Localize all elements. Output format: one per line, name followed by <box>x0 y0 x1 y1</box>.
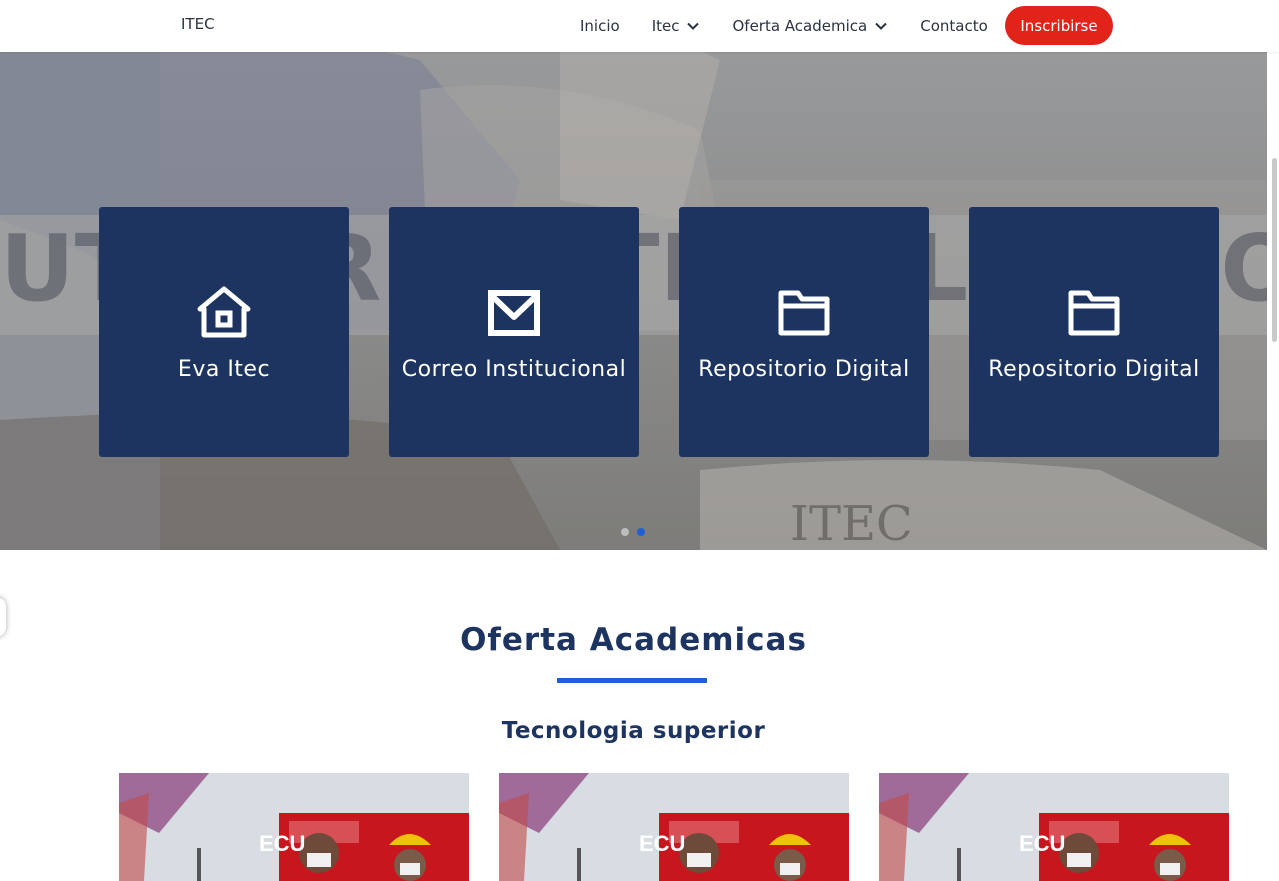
section-title: Oferta Academicas <box>460 622 807 658</box>
mail-icon <box>488 290 540 336</box>
repositorio-digital-card[interactable]: Repositorio Digital <box>679 207 929 457</box>
carousel-dot-2[interactable] <box>637 528 645 536</box>
course-photo: ECU <box>879 773 1229 881</box>
page-scrollbar-thumb[interactable] <box>1272 158 1277 342</box>
nav-item-label: Itec <box>651 17 680 35</box>
card-label: Eva Itec <box>177 357 271 382</box>
svg-text:ECU: ECU <box>1019 831 1065 856</box>
chevron-down-icon <box>875 22 887 30</box>
folder-icon <box>1068 290 1120 336</box>
course-card-image[interactable]: ECU <box>499 773 849 881</box>
course-card-image[interactable]: ECU <box>119 773 469 881</box>
course-card-image[interactable]: ECU <box>879 773 1229 881</box>
svg-text:ECU: ECU <box>639 831 685 856</box>
folder-icon <box>778 290 830 336</box>
nav-item-label: Oferta Academica <box>732 17 868 35</box>
card-label: Repositorio Digital <box>988 357 1200 382</box>
hero-carousel[interactable]: UTO ERIOR TE NOLOGICO A ITEC Eva Itec Co… <box>0 0 1267 550</box>
top-navbar: ITEC Inicio Itec Oferta Academica Contac… <box>0 0 1279 52</box>
chevron-down-icon <box>687 22 700 30</box>
svg-text:ECU: ECU <box>259 831 305 856</box>
svg-text:ITEC: ITEC <box>790 496 913 550</box>
main-nav: Inicio Itec Oferta Academica Contacto <box>580 0 1020 52</box>
repositorio-digital-card[interactable]: Repositorio Digital <box>969 207 1219 457</box>
nav-item-inicio[interactable]: Inicio <box>580 17 620 35</box>
card-label: Correo Institucional <box>401 357 627 382</box>
home-icon <box>197 286 251 338</box>
nav-item-itec[interactable]: Itec <box>652 17 701 35</box>
page-scrollbar-track[interactable] <box>1267 0 1279 881</box>
nav-item-oferta-academica[interactable]: Oferta Academica <box>732 17 888 35</box>
carousel-dot-1[interactable] <box>621 528 629 536</box>
nav-item-label: Contacto <box>920 17 988 35</box>
section-title-underline <box>557 678 707 683</box>
eva-itec-card[interactable]: Eva Itec <box>99 207 349 457</box>
nav-item-label: Inicio <box>580 17 620 35</box>
course-photo: ECU <box>119 773 469 881</box>
carousel-pagination <box>621 528 653 536</box>
correo-institucional-card[interactable]: Correo Institucional <box>389 207 639 457</box>
nav-item-contacto[interactable]: Contacto <box>920 17 988 35</box>
brand-logo-text[interactable]: ITEC <box>181 15 215 33</box>
course-photo: ECU <box>499 773 849 881</box>
card-label: Repositorio Digital <box>698 357 910 382</box>
section-subtitle: Tecnologia superior <box>501 718 766 744</box>
inscribirse-button[interactable]: Inscribirse <box>1005 6 1113 45</box>
